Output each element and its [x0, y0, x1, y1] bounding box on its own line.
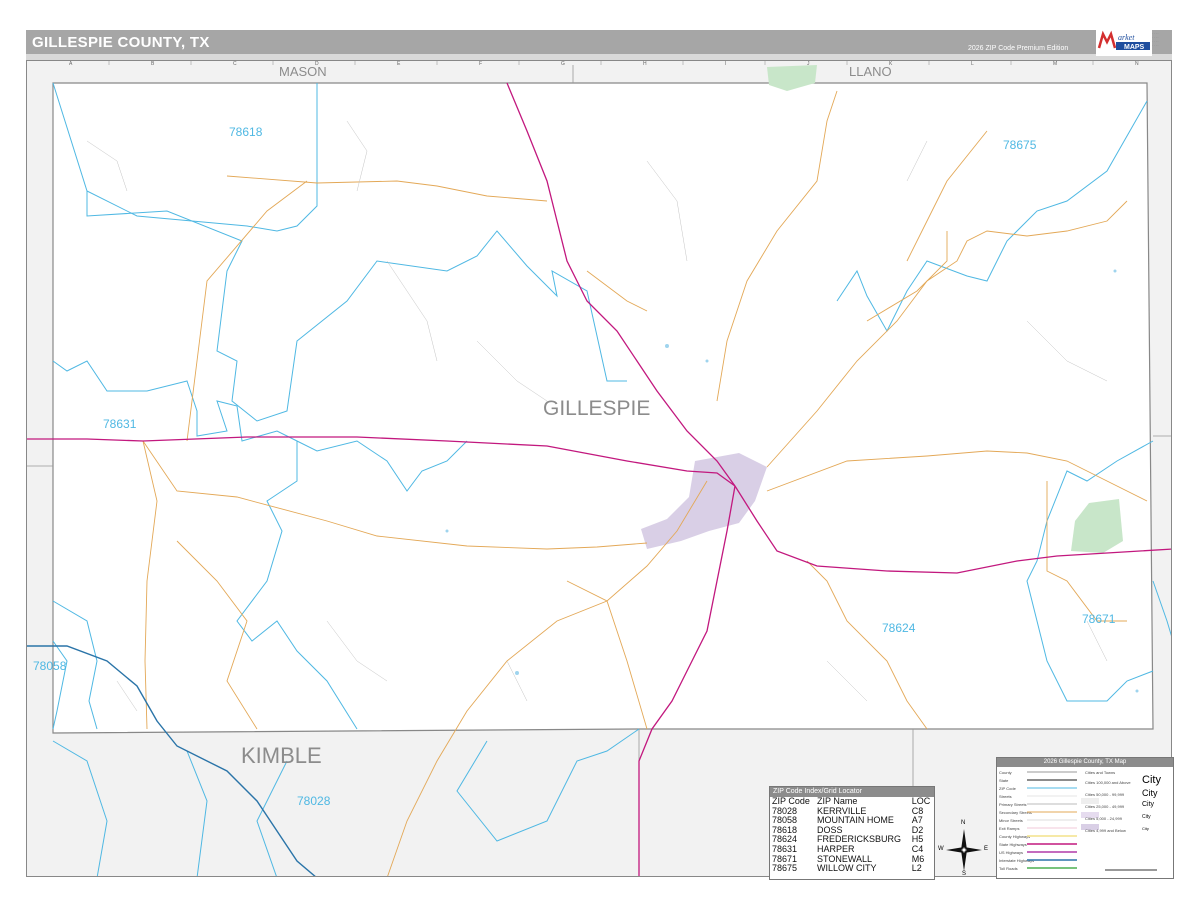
map-legend: 2026 Gillespie County, TX Map County Sta… — [996, 757, 1174, 879]
zip-cell: 78675 — [772, 863, 798, 874]
grid-col-b: B — [151, 61, 155, 67]
edition-label: 2026 ZIP Code Premium Edition — [968, 45, 1069, 52]
compass-w: W — [938, 846, 944, 852]
legend-city-size: Cities 50,000 - 99,999 — [1085, 792, 1125, 797]
zip-label-78058: 78058 — [33, 659, 67, 673]
county-label-gillespie: GILLESPIE — [543, 397, 651, 420]
compass-s: S — [962, 871, 967, 877]
legend-city-size: Cities 25,000 - 49,999 — [1085, 804, 1125, 809]
compass-n: N — [961, 820, 966, 826]
grid-col-j: J — [807, 61, 810, 67]
zip-code-index-table: ZIP Code Index/Grid Locator ZIP Code ZIP… — [769, 786, 935, 880]
legend-city-size: Cities 4,999 and Below — [1085, 828, 1126, 833]
county-label-llano: LLANO — [849, 64, 892, 79]
legend-cities-header: Cities and Towns — [1085, 770, 1116, 775]
compass-rose-icon: N S W E — [938, 820, 989, 877]
legend-city-sample-l: City — [1142, 788, 1158, 798]
map-title: GILLESPIE COUNTY, TX — [32, 34, 210, 51]
legend-city-size: Cities 5,000 - 24,999 — [1085, 816, 1122, 821]
county-label-mason: MASON — [279, 64, 327, 79]
grid-col-e: E — [397, 61, 401, 67]
legend-city-sample-xl: City — [1142, 774, 1161, 786]
legend-city-sample-m: City — [1142, 801, 1155, 808]
map-frame: A B C D E F G H I J K L M N MASON LLANO … — [26, 60, 1172, 877]
map-canvas — [27, 61, 1171, 876]
county-label-kerr: KIMBLE — [241, 743, 322, 768]
legend-city-sample-s: City — [1142, 814, 1151, 820]
zip-label-78624: 78624 — [882, 621, 916, 635]
zip-label-78671: 78671 — [1082, 612, 1116, 626]
legend-city-sample-xs: City — [1142, 826, 1149, 831]
grid-col-l: L — [971, 61, 974, 67]
grid-ticks — [108, 61, 1094, 65]
zip-label-78028: 78028 — [297, 794, 331, 808]
grid-col-g: G — [561, 61, 565, 67]
market-maps-logo: arket MAPS — [1096, 28, 1152, 56]
table-row: 78675 WILLOW CITY L2 — [770, 864, 934, 874]
grid-col-c: C — [233, 61, 237, 67]
grid-col-i: I — [725, 61, 727, 67]
legend-city-size: Cities 100,000 and Above — [1085, 780, 1131, 785]
compass-e: E — [984, 846, 989, 852]
loc-cell: L2 — [911, 863, 922, 874]
svg-text:arket: arket — [1118, 33, 1135, 42]
svg-text:MAPS: MAPS — [1124, 44, 1145, 51]
grid-col-h: H — [643, 61, 647, 67]
zip-label-78618: 78618 — [229, 125, 263, 139]
grid-col-m: M — [1053, 61, 1058, 67]
grid-col-a: A — [69, 61, 73, 67]
zip-name-cell: WILLOW CITY — [817, 863, 877, 874]
zip-label-78675: 78675 — [1003, 138, 1037, 152]
grid-col-f: F — [479, 61, 483, 67]
logo-fine-print: · · · · · · · · · · · · · · · · — [1152, 31, 1159, 47]
zip-label-78631: 78631 — [103, 417, 137, 431]
zip-table-grid: ZIP Code ZIP Name LOC 78028 KERRVILLE C8… — [770, 796, 934, 874]
grid-col-n: N — [1135, 61, 1139, 67]
